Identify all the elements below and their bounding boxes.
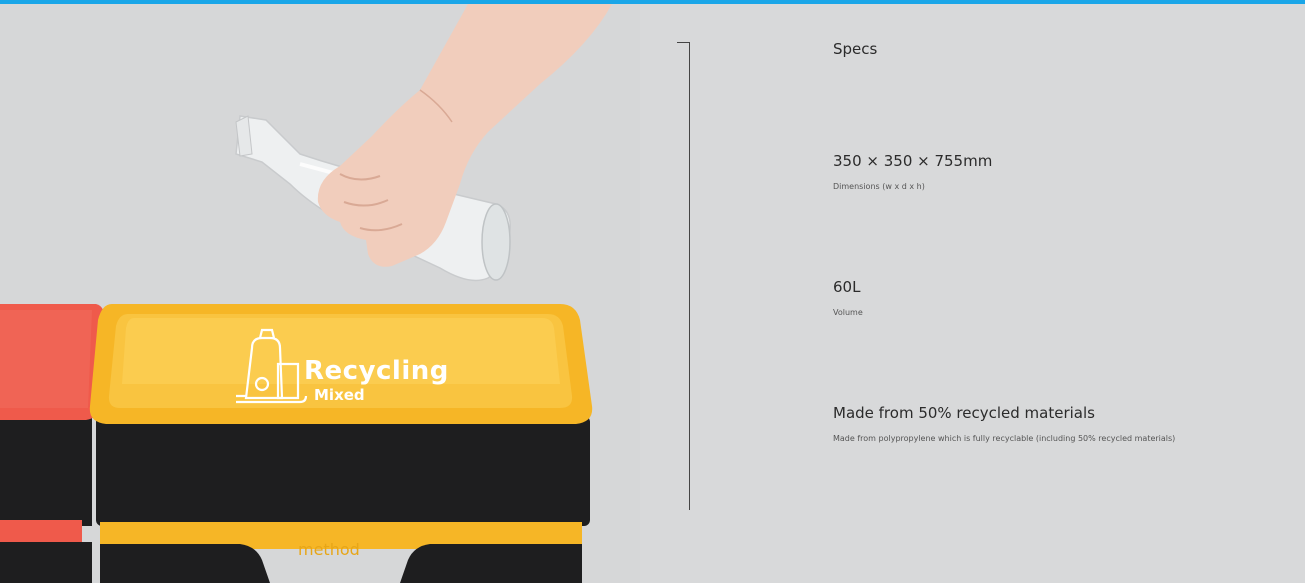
specs-title: Specs <box>833 40 878 58</box>
specs-panel: Specs 350 × 350 × 755mm Dimensions (w x … <box>833 0 1293 583</box>
bin-label-sub: Mixed <box>314 386 365 404</box>
bin-label-main: Recycling <box>304 356 449 386</box>
spec-volume-label: Volume <box>833 308 863 317</box>
spec-dimensions-label: Dimensions (w x d x h) <box>833 182 925 191</box>
spec-material-value: Made from 50% recycled materials <box>833 404 1095 422</box>
product-photo: Recycling Mixed method <box>0 4 640 583</box>
vertical-divider <box>689 42 690 510</box>
spec-dimensions-value: 350 × 350 × 755mm <box>833 152 993 170</box>
recycling-bin-illustration <box>0 4 640 583</box>
spec-material-label: Made from polypropylene which is fully r… <box>833 434 1176 443</box>
brand-mark: method <box>298 540 360 559</box>
spec-volume-value: 60L <box>833 278 861 296</box>
